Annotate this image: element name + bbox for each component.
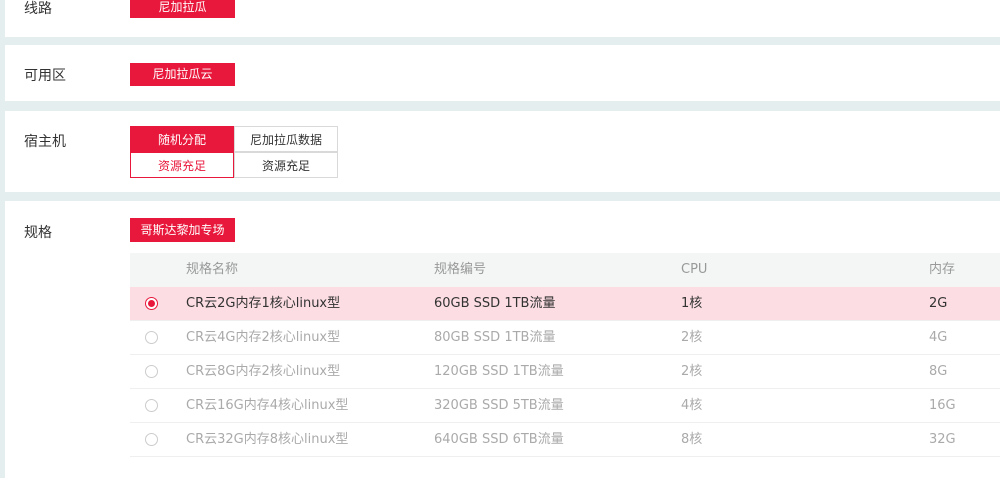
header-name: 规格名称 — [186, 262, 239, 277]
header-code: 规格编号 — [434, 262, 487, 277]
row-code: 320GB SSD 5TB流量 — [434, 398, 564, 413]
row-cpu: 2核 — [681, 330, 703, 345]
zone-option-button[interactable]: 尼加拉瓜云 — [130, 63, 235, 86]
host-status-random[interactable]: 资源充足 — [130, 152, 234, 178]
row-cpu: 2核 — [681, 364, 703, 379]
line-card: 线路 尼加拉瓜 — [5, 0, 1000, 37]
row-cpu: 8核 — [681, 432, 703, 447]
table-row[interactable]: CR云32G内存8核心linux型 640GB SSD 6TB流量 8核 32G — [130, 423, 1000, 457]
row-memory: 16G — [929, 398, 956, 413]
zone-card: 可用区 尼加拉瓜云 — [5, 45, 1000, 101]
row-code: 640GB SSD 6TB流量 — [434, 432, 564, 447]
host-option-random[interactable]: 随机分配 — [130, 126, 234, 152]
header-memory: 内存 — [929, 262, 956, 277]
row-cpu: 1核 — [681, 296, 703, 311]
table-row[interactable]: CR云8G内存2核心linux型 120GB SSD 1TB流量 2核 8G — [130, 355, 1000, 389]
row-name: CR云8G内存2核心linux型 — [186, 364, 341, 379]
row-memory: 32G — [929, 432, 956, 447]
spec-tag-button[interactable]: 哥斯达黎加专场 — [130, 218, 235, 242]
row-name: CR云2G内存1核心linux型 — [186, 296, 341, 311]
row-name: CR云16G内存4核心linux型 — [186, 398, 349, 413]
spec-card: 规格 哥斯达黎加专场 规格名称 规格编号 CPU 内存 CR云2G内存1核心li… — [5, 201, 1000, 478]
row-memory: 2G — [929, 296, 948, 311]
zone-label: 可用区 — [24, 68, 66, 84]
row-name: CR云4G内存2核心linux型 — [186, 330, 341, 345]
radio-button[interactable] — [145, 399, 158, 412]
table-header: 规格名称 规格编号 CPU 内存 — [130, 253, 1000, 287]
host-card: 宿主机 随机分配 尼加拉瓜数据 资源充足 资源充足 — [5, 111, 1000, 192]
host-status-nicaragua-data[interactable]: 资源充足 — [234, 152, 338, 178]
line-label: 线路 — [24, 1, 52, 17]
line-option-button[interactable]: 尼加拉瓜 — [130, 0, 235, 18]
host-option-nicaragua-data[interactable]: 尼加拉瓜数据 — [234, 126, 338, 152]
spec-table: 规格名称 规格编号 CPU 内存 CR云2G内存1核心linux型 60GB S… — [130, 253, 1000, 457]
table-row[interactable]: CR云4G内存2核心linux型 80GB SSD 1TB流量 2核 4G — [130, 321, 1000, 355]
row-code: 60GB SSD 1TB流量 — [434, 296, 556, 311]
table-row[interactable]: CR云2G内存1核心linux型 60GB SSD 1TB流量 1核 2G — [130, 287, 1000, 321]
host-label: 宿主机 — [24, 134, 66, 150]
header-cpu: CPU — [681, 262, 708, 277]
row-memory: 8G — [929, 364, 948, 379]
radio-button[interactable] — [145, 433, 158, 446]
row-memory: 4G — [929, 330, 948, 345]
row-name: CR云32G内存8核心linux型 — [186, 432, 349, 447]
row-code: 120GB SSD 1TB流量 — [434, 364, 564, 379]
host-options: 随机分配 尼加拉瓜数据 资源充足 资源充足 — [130, 126, 339, 180]
spec-label: 规格 — [24, 225, 52, 241]
row-code: 80GB SSD 1TB流量 — [434, 330, 556, 345]
table-row[interactable]: CR云16G内存4核心linux型 320GB SSD 5TB流量 4核 16G — [130, 389, 1000, 423]
radio-button[interactable] — [145, 331, 158, 344]
row-cpu: 4核 — [681, 398, 703, 413]
radio-button[interactable] — [145, 297, 158, 310]
radio-button[interactable] — [145, 365, 158, 378]
